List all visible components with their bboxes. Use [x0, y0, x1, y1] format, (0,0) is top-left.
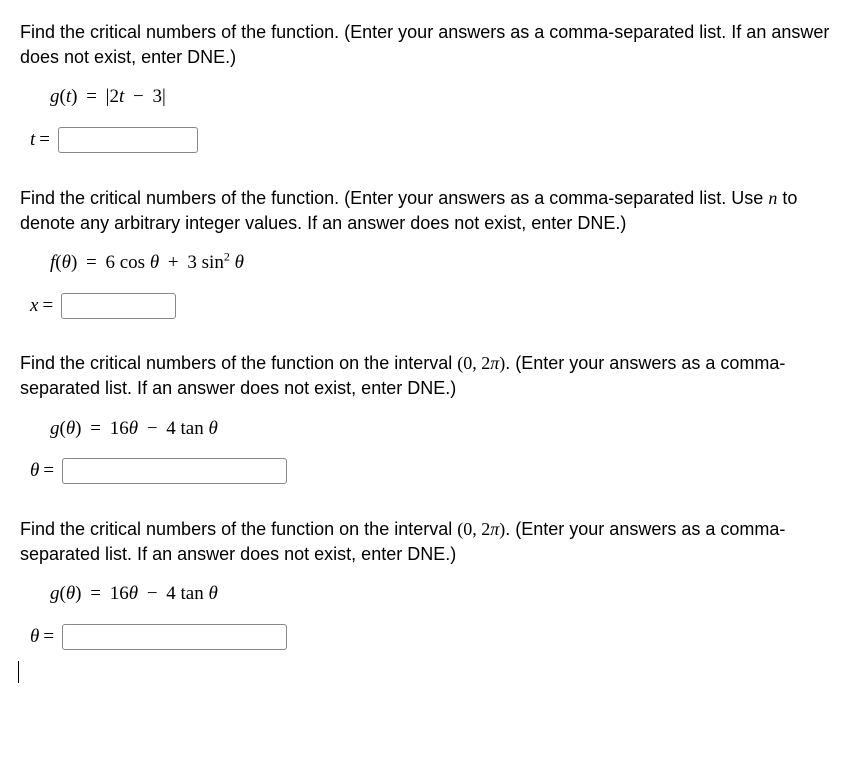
equation: g(t) = |2t − 3|: [50, 84, 832, 111]
answer-input[interactable]: [61, 293, 176, 319]
answer-row: t=: [30, 127, 832, 154]
answer-input[interactable]: [62, 624, 287, 650]
answer-variable: θ=: [30, 624, 54, 651]
answer-variable: θ=: [30, 458, 54, 485]
answer-input[interactable]: [58, 127, 198, 153]
answer-row: θ=: [30, 624, 832, 651]
answer-input[interactable]: [62, 458, 287, 484]
equation: g(θ) = 16θ − 4 tan θ: [50, 581, 832, 608]
text-cursor: [18, 661, 19, 683]
answer-variable: t=: [30, 127, 50, 154]
problem-1: Find the critical numbers of the functio…: [20, 20, 832, 154]
equation: g(θ) = 16θ − 4 tan θ: [50, 416, 832, 443]
problem-2: Find the critical numbers of the functio…: [20, 186, 832, 320]
question-text: Find the critical numbers of the functio…: [20, 351, 832, 401]
answer-row: θ=: [30, 458, 832, 485]
question-text: Find the critical numbers of the functio…: [20, 517, 832, 567]
question-text: Find the critical numbers of the functio…: [20, 186, 832, 236]
problem-3: Find the critical numbers of the functio…: [20, 351, 832, 485]
answer-row: x=: [30, 293, 832, 320]
answer-variable: x=: [30, 293, 53, 320]
equation: f(θ) = 6 cos θ + 3 sin2 θ: [50, 250, 832, 277]
problem-4: Find the critical numbers of the functio…: [20, 517, 832, 651]
question-text: Find the critical numbers of the functio…: [20, 20, 832, 70]
